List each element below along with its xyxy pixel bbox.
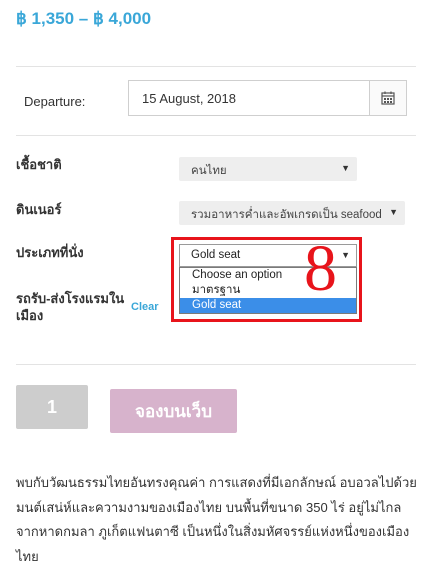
book-button[interactable]: จองบนเว็บ [110, 389, 237, 433]
quantity-input[interactable]: 1 [16, 385, 88, 429]
step-annotation: 8 [304, 232, 337, 305]
nationality-value: คนไทย [191, 165, 227, 177]
description-text: พบกับวัฒนธรรมไทยอันทรงคุณค่า การแสดงที่ม… [16, 475, 417, 564]
dinner-label: ดินเนอร์ [16, 202, 62, 217]
calendar-icon [381, 91, 395, 105]
transfer-label: รถรับ-ส่งโรงแรมใน เมือง [16, 290, 124, 324]
transfer-label-line1: รถรับ-ส่งโรงแรมใน [16, 291, 125, 306]
calendar-button[interactable] [369, 80, 407, 116]
dinner-value: รวมอาหารค่ำและอัพเกรดเป็น seafood [191, 209, 382, 221]
nationality-select[interactable]: คนไทย ▼ [179, 157, 357, 181]
transfer-label-line2: เมือง [16, 308, 44, 323]
chevron-down-icon: ▼ [341, 250, 350, 260]
nationality-label: เชื้อชาติ [16, 157, 62, 172]
departure-label: Departure: [24, 94, 86, 109]
chevron-down-icon: ▼ [341, 163, 350, 173]
chevron-down-icon: ▼ [389, 207, 398, 217]
departure-date-input[interactable]: 15 August, 2018 [128, 80, 369, 116]
divider [16, 364, 416, 365]
clear-link[interactable]: Clear [131, 301, 159, 313]
divider [16, 135, 416, 136]
divider [16, 66, 416, 67]
seat-value: Gold seat [191, 249, 241, 261]
price-range: ฿ 1,350 – ฿ 4,000 [16, 9, 152, 28]
seat-label: ประเภทที่นั่ง [16, 245, 84, 260]
dinner-select[interactable]: รวมอาหารค่ำและอัพเกรดเป็น seafood ▼ [179, 201, 405, 225]
